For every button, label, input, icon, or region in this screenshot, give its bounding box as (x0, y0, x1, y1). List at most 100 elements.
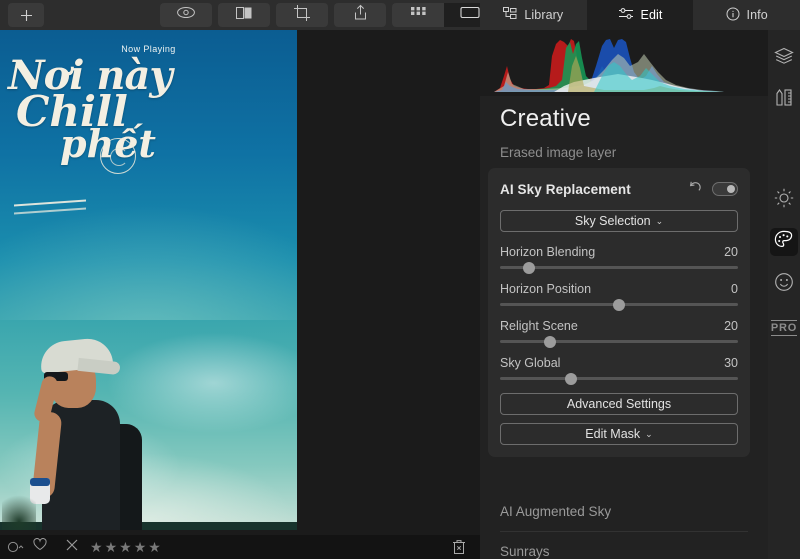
slider-value: 0 (731, 282, 738, 296)
crop-icon (293, 4, 311, 27)
slider-horizon-blending[interactable]: Horizon Blending 20 (500, 245, 738, 274)
slider-track[interactable] (500, 261, 738, 274)
share-upload-icon (353, 4, 368, 26)
tab-info[interactable]: Info (693, 0, 800, 30)
slider-header: Relight Scene 20 (500, 319, 738, 333)
slider-header: Horizon Blending 20 (500, 245, 738, 259)
image-canvas[interactable]: Now Playing Nơi này Chill phết (0, 30, 480, 535)
plus-icon (20, 9, 33, 22)
tab-library[interactable]: Library (480, 0, 587, 30)
rail-item-pro[interactable]: PRO (770, 320, 798, 337)
tab-library-label: Library (524, 8, 564, 22)
rail-item-creative[interactable] (770, 228, 798, 256)
slider-relight-scene[interactable]: Relight Scene 20 (500, 319, 738, 348)
module-enable-toggle[interactable] (712, 182, 738, 196)
preview-toggle-button[interactable] (160, 3, 212, 27)
chevron-down-icon: ⌄ (645, 428, 653, 439)
grid-icon (410, 6, 426, 24)
star-rating[interactable]: ★ ★ ★ ★ ★ (90, 540, 161, 554)
slider-label: Sky Global (500, 356, 561, 370)
sliders-icon (618, 7, 634, 23)
slider-knob[interactable] (543, 335, 556, 348)
pen-ruler-icon (774, 88, 794, 112)
star-5[interactable]: ★ (148, 540, 161, 554)
slider-sky-global[interactable]: Sky Global 30 (500, 356, 738, 385)
star-3[interactable]: ★ (119, 540, 132, 554)
layer-subtitle: Erased image layer (500, 145, 617, 160)
tool-sunrays[interactable]: Sunrays (500, 531, 748, 559)
edited-photo[interactable]: Now Playing Nơi này Chill phết (0, 30, 297, 530)
split-compare-icon (234, 6, 254, 25)
other-creative-tools: AI Augmented Sky Sunrays Dramatic (480, 492, 768, 559)
module-tabs: Library Edit Info (480, 0, 800, 30)
edit-mask-button[interactable]: Edit Mask ⌄ (500, 423, 738, 445)
favorite-button[interactable] (28, 535, 52, 559)
single-image-icon (460, 6, 480, 24)
star-2[interactable]: ★ (105, 540, 118, 554)
palette-icon (774, 230, 794, 254)
vinyl-swirl-decoration (100, 138, 136, 174)
chevron-down-icon: ⌄ (655, 215, 664, 226)
layers-icon (774, 47, 794, 70)
app-window: Library Edit Info Now Playing Nơi này Ch… (0, 0, 800, 559)
tab-edit[interactable]: Edit (586, 0, 694, 30)
tab-info-label: Info (746, 8, 768, 22)
rail-item-layers[interactable] (770, 44, 798, 72)
star-4[interactable]: ★ (134, 540, 147, 554)
slider-header: Sky Global 30 (500, 356, 738, 370)
histogram (480, 30, 768, 96)
compare-view-button[interactable] (218, 3, 270, 27)
toolbar-tools (160, 3, 496, 27)
slider-track[interactable] (500, 372, 738, 385)
x-reject-icon (66, 538, 78, 556)
list-item-label: Sunrays (500, 543, 550, 559)
advanced-settings-button[interactable]: Advanced Settings (500, 393, 738, 415)
slider-label: Horizon Blending (500, 245, 596, 259)
grid-view-button[interactable] (392, 3, 444, 27)
eye-icon (176, 6, 196, 24)
slider-track[interactable] (500, 335, 738, 348)
foreground-plant (2, 488, 36, 530)
sky-selection-dropdown[interactable]: Sky Selection ⌄ (500, 210, 738, 232)
rail-item-tools[interactable] (770, 86, 798, 114)
slider-knob[interactable] (522, 261, 535, 274)
reset-arrow-icon[interactable] (688, 180, 702, 198)
tool-ai-augmented-sky[interactable]: AI Augmented Sky (500, 492, 748, 531)
color-label-button[interactable] (4, 535, 28, 559)
page-title: Creative (500, 105, 591, 132)
star-1[interactable]: ★ (90, 540, 103, 554)
toolbar-left-group (0, 0, 496, 30)
rail-item-portrait[interactable] (770, 270, 798, 298)
bottom-filmstrip-bar: ★ ★ ★ ★ ★ (0, 535, 480, 559)
delete-button[interactable] (452, 539, 466, 559)
slider-header: Horizon Position 0 (500, 282, 738, 296)
rating-controls: ★ ★ ★ ★ ★ (0, 535, 161, 559)
info-icon (726, 7, 740, 24)
slider-value: 30 (724, 356, 738, 370)
slider-label: Horizon Position (500, 282, 592, 296)
edit-mask-label: Edit Mask (585, 427, 641, 441)
slider-value: 20 (724, 319, 738, 333)
right-tool-rail: PRO (768, 30, 800, 559)
library-icon (503, 7, 517, 23)
reject-button[interactable] (60, 535, 84, 559)
heart-icon (33, 538, 47, 556)
crop-tool-button[interactable] (276, 3, 328, 27)
face-icon (774, 272, 794, 297)
edit-panel: Creative Erased image layer AI Sky Repla… (480, 30, 768, 559)
rail-item-light[interactable] (770, 186, 798, 214)
trash-icon (452, 540, 466, 559)
add-button[interactable] (8, 3, 44, 27)
photo-person-subject (2, 330, 158, 530)
slider-knob[interactable] (565, 372, 578, 385)
slider-horizon-position[interactable]: Horizon Position 0 (500, 282, 738, 311)
module-header: AI Sky Replacement (500, 180, 738, 198)
slider-label: Relight Scene (500, 319, 578, 333)
slider-knob[interactable] (613, 298, 625, 311)
histogram-graph (494, 39, 724, 92)
top-toolbar: Library Edit Info (0, 0, 800, 30)
module-actions (688, 180, 738, 198)
tab-edit-label: Edit (640, 8, 663, 22)
slider-track[interactable] (500, 298, 738, 311)
share-button[interactable] (334, 3, 386, 27)
